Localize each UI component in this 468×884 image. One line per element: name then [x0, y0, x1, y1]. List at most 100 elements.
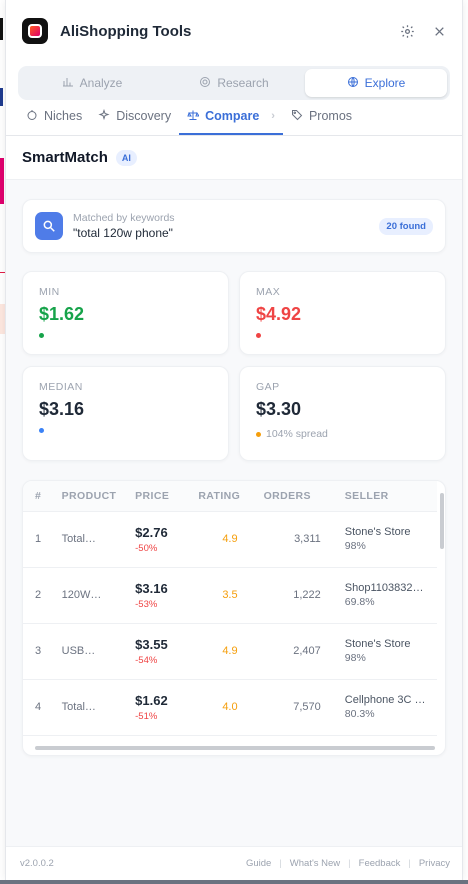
app-logo — [22, 18, 48, 44]
close-icon[interactable] — [430, 22, 448, 40]
product-name[interactable]: Total… — [62, 701, 96, 713]
product-name[interactable]: Total… — [62, 533, 96, 545]
tag-icon — [26, 109, 38, 124]
ai-badge: AI — [115, 149, 137, 166]
subtab-discovery[interactable]: Discovery — [90, 99, 179, 135]
subtab-promos-label: Promos — [308, 109, 353, 123]
footer-link-whats-new[interactable]: What's New — [290, 858, 340, 869]
subtab-compare-label: Compare — [205, 109, 260, 123]
tab-explore[interactable]: Explore — [305, 69, 447, 97]
table-row[interactable]: 4 Total… $1.62 -51% 4.0 7,570 Cellphone 3… — [23, 679, 437, 736]
subtab-niches[interactable]: Niches — [18, 99, 90, 135]
table-header-row: # PRODUCT PRICE RATING ORDERS SELLER — [23, 481, 437, 512]
stat-max-value: $4.92 — [256, 304, 302, 324]
rating: 4.9 — [222, 645, 238, 657]
seller-name[interactable]: Shop1103832… — [345, 582, 437, 594]
price: $3.55 — [135, 636, 168, 652]
rating: 3.5 — [222, 589, 238, 601]
seller-rate: 98% — [344, 652, 366, 664]
tab-analyze[interactable]: Analyze — [21, 69, 163, 97]
stat-min: MIN $1.62 — [22, 271, 229, 355]
stat-gap-label: GAP — [256, 381, 280, 393]
footer-separator: | — [348, 858, 351, 869]
stat-min-label: MIN — [39, 286, 60, 298]
match-query: "total 120w phone" — [73, 226, 173, 240]
row-num: 1 — [23, 511, 58, 568]
background-accent-bar — [0, 158, 4, 204]
table-vertical-scrollbar[interactable] — [438, 489, 444, 747]
col-product[interactable]: PRODUCT — [57, 481, 136, 512]
price: $2.76 — [135, 524, 168, 540]
product-name[interactable]: USB… — [62, 645, 96, 657]
scrollbar-thumb[interactable] — [35, 746, 435, 750]
table-row[interactable]: 1 Total… $2.76 -50% 4.9 3,311 Stone's Sto… — [23, 511, 437, 568]
row-num: 2 — [23, 567, 58, 624]
status-dot — [39, 428, 44, 433]
row-num: 4 — [23, 679, 58, 736]
sparkle-icon — [98, 108, 110, 124]
keyword-match-card: Matched by keywords "total 120w phone" 2… — [22, 199, 446, 253]
orders: 3,311 — [263, 511, 325, 568]
subtab-compare[interactable]: Compare › — [179, 99, 283, 135]
discount: -51% — [135, 710, 158, 722]
product-name[interactable]: 120W… — [62, 589, 102, 601]
rating: 4.9 — [222, 533, 238, 545]
found-count-badge: 20 found — [379, 217, 433, 235]
mode-tabs-wrap: Analyze Research Explore — [6, 62, 462, 100]
tab-analyze-label: Analyze — [79, 76, 123, 90]
compare-table-card: # PRODUCT PRICE RATING ORDERS SELLER 1 T… — [22, 480, 446, 756]
subtab-niches-label: Niches — [44, 109, 83, 123]
discount: -50% — [135, 542, 158, 554]
seller-rate: 98% — [344, 540, 366, 552]
stat-gap: GAP $3.30 104% spread — [239, 366, 446, 461]
stat-min-value: $1.62 — [39, 304, 85, 324]
seller-name[interactable]: Stone's Store — [345, 526, 437, 538]
orders: 2,407 — [263, 623, 325, 680]
seller-name[interactable]: Cellphone 3C … — [345, 694, 437, 706]
extension-panel: AliShopping Tools Analyze Research Explo… — [5, 0, 463, 880]
background-taskbar-edge — [0, 880, 468, 884]
discount: -53% — [135, 598, 158, 610]
table-row[interactable]: 3 USB… $3.55 -54% 4.9 2,407 Stone's Store… — [23, 623, 437, 680]
compare-table: # PRODUCT PRICE RATING ORDERS SELLER 1 T… — [23, 481, 437, 736]
rating: 4.0 — [222, 701, 238, 713]
stat-median-value: $3.16 — [39, 399, 85, 419]
label-icon — [291, 109, 303, 124]
seller-rate: 80.3% — [344, 708, 375, 720]
row-num: 3 — [23, 623, 58, 680]
col-price[interactable]: PRICE — [135, 481, 197, 512]
chevron-right-icon: › — [271, 110, 275, 122]
scrollbar-thumb[interactable] — [440, 493, 444, 549]
table-horizontal-scrollbar[interactable] — [33, 745, 437, 751]
background-text-fragment — [0, 88, 3, 106]
col-num[interactable]: # — [23, 481, 58, 512]
search-icon — [35, 212, 63, 240]
seller-name[interactable]: Stone's Store — [345, 638, 437, 650]
status-dot — [39, 333, 44, 338]
background-text-fragment — [0, 18, 3, 40]
globe-icon — [347, 76, 359, 91]
discount: -54% — [135, 654, 158, 666]
footer-link-privacy[interactable]: Privacy — [419, 858, 450, 869]
stat-gap-value: $3.30 — [256, 399, 302, 419]
col-rating[interactable]: RATING — [196, 481, 264, 512]
section-title: SmartMatch — [22, 149, 108, 166]
app-title: AliShopping Tools — [60, 22, 192, 40]
seller-rate: 69.8% — [344, 596, 375, 608]
price: $3.16 — [135, 580, 168, 596]
col-seller[interactable]: SELLER — [324, 481, 437, 512]
scale-icon — [187, 109, 201, 124]
tab-research[interactable]: Research — [163, 69, 305, 97]
stat-median-label: MEDIAN — [39, 381, 83, 393]
stat-max-label: MAX — [256, 286, 281, 298]
gear-icon[interactable] — [398, 22, 416, 40]
subtab-promos[interactable]: Promos — [283, 99, 360, 135]
stat-gap-note: 104% spread — [266, 428, 328, 440]
table-row[interactable]: 2 120W… $3.16 -53% 3.5 1,222 Shop1103832…… — [23, 567, 437, 624]
tab-research-label: Research — [217, 76, 269, 90]
stat-max: MAX $4.92 — [239, 271, 446, 355]
footer-link-guide[interactable]: Guide — [246, 858, 271, 869]
footer-link-feedback[interactable]: Feedback — [359, 858, 401, 869]
footer-separator: | — [408, 858, 411, 869]
col-orders[interactable]: ORDERS — [263, 481, 325, 512]
